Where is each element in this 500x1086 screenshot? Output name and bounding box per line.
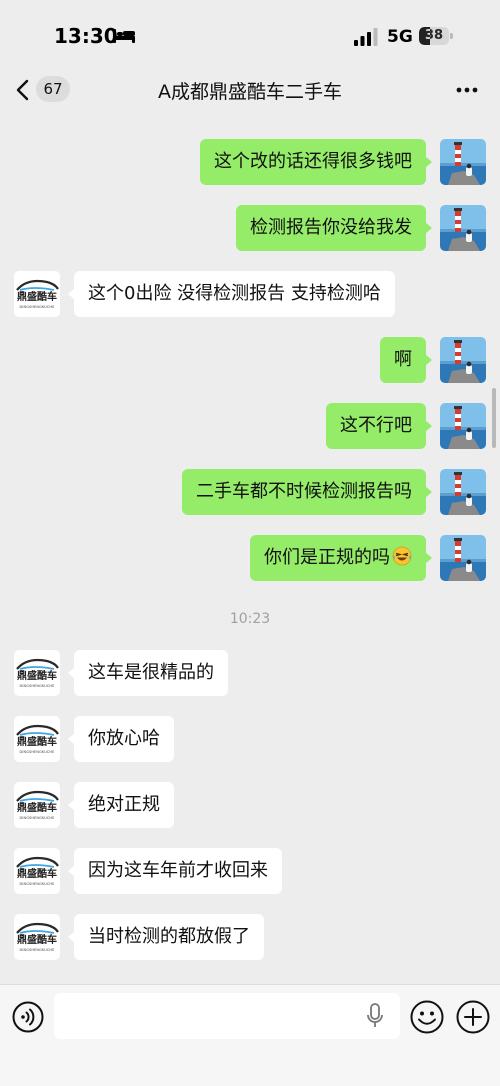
message-bubble[interactable]: 这不行吧 [326, 403, 432, 449]
status-time: 13:30 [54, 24, 118, 48]
cellular-signal-icon [354, 28, 378, 46]
unread-count-badge[interactable]: 67 [36, 76, 70, 102]
message-bubble[interactable]: 这个0出险 没得检测报告 支持检测哈 [68, 271, 395, 317]
add-more-button-icon[interactable] [456, 1000, 490, 1034]
battery-icon: 38 [419, 27, 453, 45]
self-avatar[interactable] [440, 535, 486, 581]
message-text: 这车是很精品的 [88, 662, 214, 683]
message-bubble[interactable]: 这个改的话还得很多钱吧 [200, 139, 432, 185]
chat-header: 67 A成都鼎盛酷车二手车 [0, 70, 500, 112]
contact-avatar[interactable]: 鼎盛酷车 DINGSHENGKUCHE [14, 782, 60, 828]
self-avatar[interactable] [440, 205, 486, 251]
contact-avatar[interactable]: 鼎盛酷车 DINGSHENGKUCHE [14, 716, 60, 762]
message-text: 啊 [394, 349, 412, 370]
input-bar [0, 984, 500, 1086]
message-bubble[interactable]: 因为这车年前才收回来 [68, 848, 282, 894]
contact-avatar[interactable]: 鼎盛酷车 DINGSHENGKUCHE [14, 271, 60, 317]
voice-input-button[interactable] [12, 1001, 44, 1033]
message-input[interactable] [54, 993, 400, 1039]
self-avatar[interactable] [440, 403, 486, 449]
more-options-icon[interactable] [455, 80, 479, 100]
message-text: 你放心哈 [88, 728, 160, 749]
message-bubble[interactable]: 啊 [380, 337, 432, 383]
message-row: 检测报告你没给我发 [0, 205, 500, 253]
network-type: 5G [387, 27, 413, 47]
scrollbar[interactable] [492, 388, 496, 448]
message-row: 你们是正规的吗 [0, 535, 500, 583]
back-chevron-icon[interactable] [14, 78, 32, 102]
contact-avatar[interactable]: 鼎盛酷车 DINGSHENGKUCHE [14, 914, 60, 960]
message-text: 你们是正规的吗 [264, 547, 390, 568]
message-row: 鼎盛酷车 DINGSHENGKUCHE 因为这车年前才收回来 [0, 848, 500, 896]
message-bubble[interactable]: 绝对正规 [68, 782, 174, 828]
message-list[interactable]: 10:23 这个改的话还得很多钱吧检测报告你没给我发鼎盛酷车 DINGSHENGK… [0, 112, 500, 984]
message-bubble[interactable]: 二手车都不时候检测报告吗 [182, 469, 432, 515]
message-text: 当时检测的都放假了 [88, 926, 250, 947]
message-row: 鼎盛酷车 DINGSHENGKUCHE 绝对正规 [0, 782, 500, 830]
contact-avatar[interactable]: 鼎盛酷车 DINGSHENGKUCHE [14, 650, 60, 696]
message-bubble[interactable]: 检测报告你没给我发 [236, 205, 432, 251]
message-row: 鼎盛酷车 DINGSHENGKUCHE 你放心哈 [0, 716, 500, 764]
self-avatar[interactable] [440, 337, 486, 383]
message-text: 检测报告你没给我发 [250, 217, 412, 238]
laughing-crying-emoji-icon [392, 546, 412, 566]
message-text: 这不行吧 [340, 415, 412, 436]
message-row: 鼎盛酷车 DINGSHENGKUCHE 当时检测的都放假了 [0, 914, 500, 962]
message-bubble[interactable]: 你们是正规的吗 [250, 535, 432, 581]
message-row: 这个改的话还得很多钱吧 [0, 139, 500, 187]
message-row: 这不行吧 [0, 403, 500, 451]
message-bubble[interactable]: 当时检测的都放假了 [68, 914, 264, 960]
microphone-icon[interactable] [366, 1003, 384, 1029]
status-bar: 13:30 5G 38 [0, 0, 500, 70]
message-text: 这个改的话还得很多钱吧 [214, 151, 412, 172]
message-row: 鼎盛酷车 DINGSHENGKUCHE 这车是很精品的 [0, 650, 500, 698]
battery-level: 38 [424, 28, 444, 43]
self-avatar[interactable] [440, 139, 486, 185]
message-bubble[interactable]: 这车是很精品的 [68, 650, 228, 696]
self-avatar[interactable] [440, 469, 486, 515]
message-row: 啊 [0, 337, 500, 385]
chat-title: A成都鼎盛酷车二手车 [158, 81, 342, 103]
message-text: 二手车都不时候检测报告吗 [196, 481, 412, 502]
message-text: 这个0出险 没得检测报告 支持检测哈 [88, 283, 381, 304]
sleep-focus-icon [113, 29, 135, 43]
message-row: 鼎盛酷车 DINGSHENGKUCHE 这个0出险 没得检测报告 支持检测哈 [0, 271, 500, 319]
time-divider: 10:23 [229, 611, 271, 627]
contact-avatar[interactable]: 鼎盛酷车 DINGSHENGKUCHE [14, 848, 60, 894]
message-row: 二手车都不时候检测报告吗 [0, 469, 500, 517]
message-text: 因为这车年前才收回来 [88, 860, 268, 881]
message-text: 绝对正规 [88, 794, 160, 815]
message-bubble[interactable]: 你放心哈 [68, 716, 174, 762]
emoji-button-icon[interactable] [410, 1000, 444, 1034]
